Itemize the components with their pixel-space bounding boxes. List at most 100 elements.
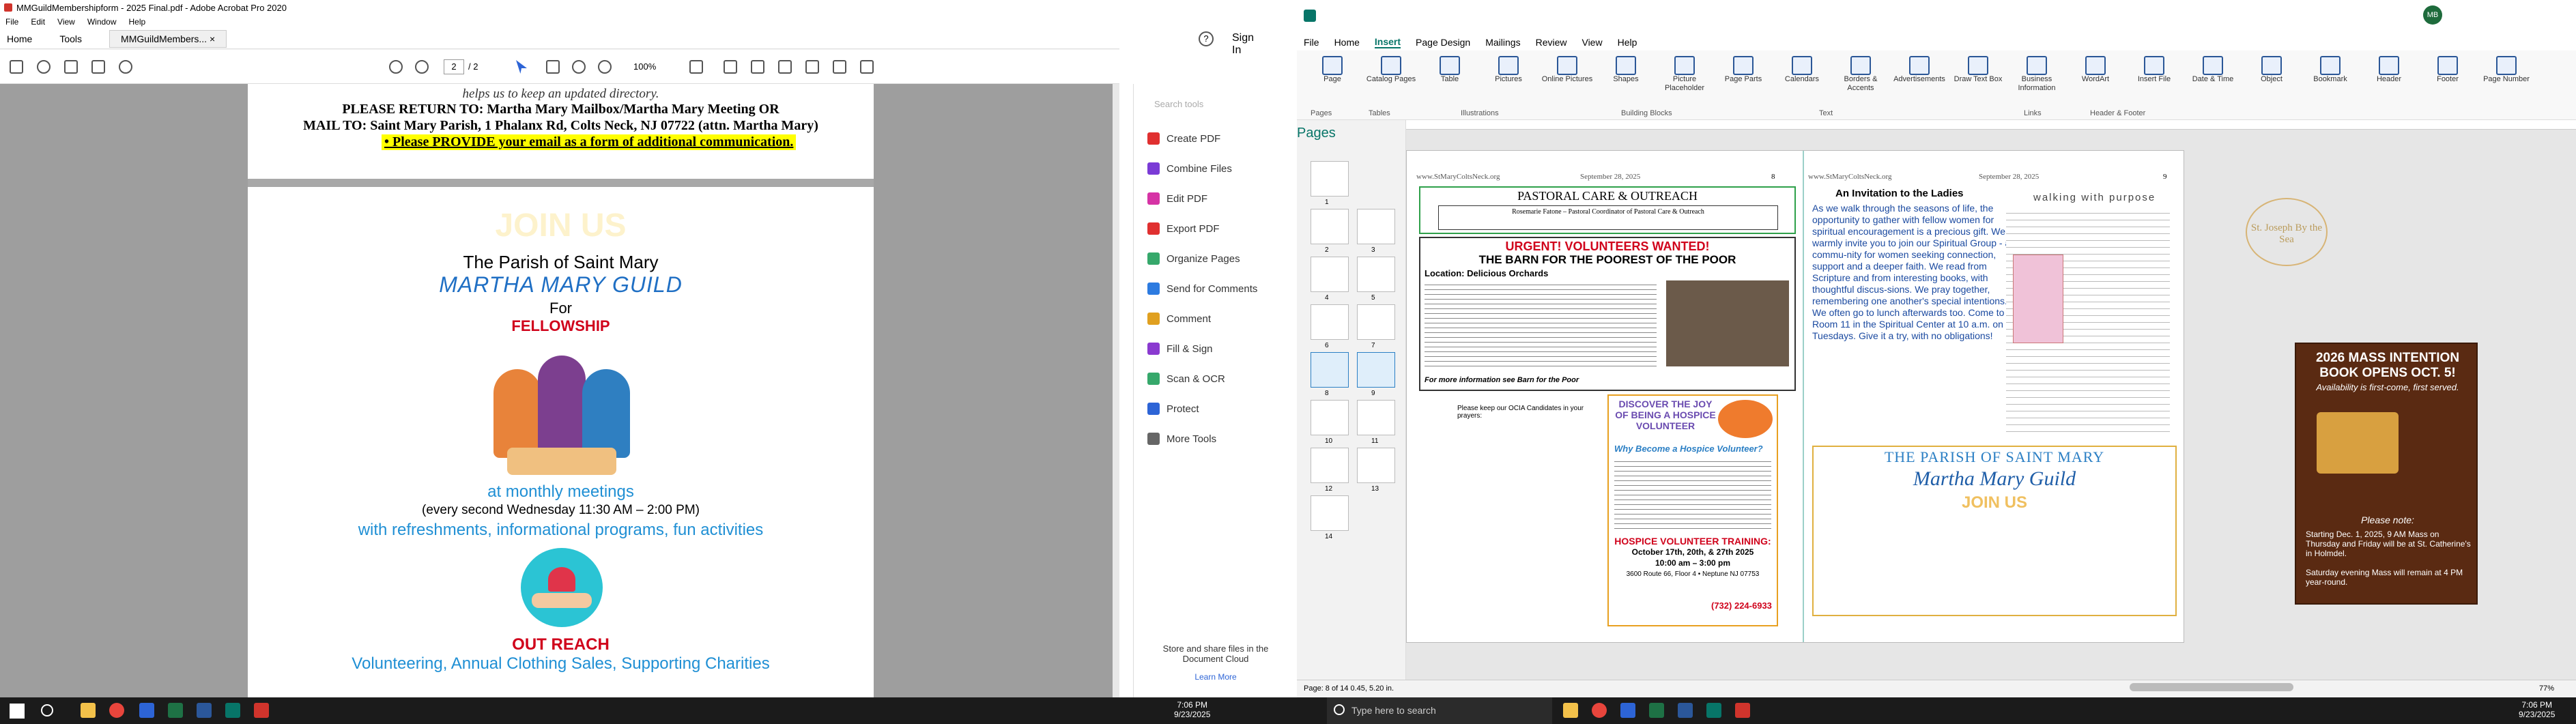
zoom-level[interactable]: 77%: [2539, 684, 2554, 693]
ribbon-button[interactable]: Insert File: [2127, 56, 2181, 84]
ribbon-button[interactable]: Calendars: [1775, 56, 1829, 84]
tool-item[interactable]: Combine Files: [1147, 160, 1232, 177]
ribbon-button[interactable]: Header: [2362, 56, 2416, 84]
search-icon[interactable]: [119, 60, 132, 74]
clock-right[interactable]: 7:06 PM 9/23/2025: [2519, 700, 2555, 719]
help-icon[interactable]: ?: [1199, 31, 1214, 46]
ribbon-button[interactable]: Online Pictures: [1540, 56, 1594, 84]
ribbon-tab-file[interactable]: File: [1304, 37, 1319, 48]
page-thumbnail[interactable]: 9: [1357, 352, 1395, 397]
prev-page-icon[interactable]: [389, 60, 403, 74]
page-thumbnail[interactable]: 1: [1311, 161, 1349, 206]
learn-more-link[interactable]: Learn More: [1134, 672, 1298, 682]
tab-home[interactable]: Home: [7, 33, 32, 44]
ribbon-button[interactable]: Picture Placeholder: [1657, 56, 1712, 93]
ribbon-button[interactable]: Page: [1305, 56, 1360, 84]
ribbon-button[interactable]: Page Parts: [1716, 56, 1771, 84]
menu-help[interactable]: Help: [129, 17, 146, 27]
word-icon[interactable]: [1678, 703, 1693, 718]
search-icon[interactable]: [41, 704, 53, 716]
page-spread[interactable]: www.StMaryColtsNeck.org September 28, 20…: [1406, 150, 2184, 643]
publisher-icon[interactable]: [1706, 703, 1721, 718]
windows-start-icon[interactable]: [10, 704, 25, 719]
menu-edit[interactable]: Edit: [31, 17, 45, 27]
stamp-icon[interactable]: [833, 60, 846, 74]
page-thumbnail[interactable]: 4: [1311, 257, 1349, 302]
page-thumbnail[interactable]: 12: [1311, 448, 1349, 493]
ribbon-button[interactable]: Object: [2244, 56, 2299, 84]
ribbon-button[interactable]: Advertisements: [1892, 56, 1947, 84]
page-thumbnail[interactable]: 10: [1311, 400, 1349, 445]
zoom-level[interactable]: 100%: [633, 61, 656, 72]
menu-view[interactable]: View: [57, 17, 75, 27]
chrome-icon[interactable]: [1592, 703, 1607, 718]
ribbon-tab-help[interactable]: Help: [1618, 37, 1637, 48]
ribbon-button[interactable]: Date & Time: [2186, 56, 2240, 84]
tab-tools[interactable]: Tools: [59, 33, 82, 44]
outlook-icon[interactable]: [139, 703, 154, 718]
page-thumbnail[interactable]: 7: [1357, 304, 1395, 349]
excel-icon[interactable]: [1649, 703, 1664, 718]
vertical-scrollbar[interactable]: [1113, 84, 1119, 697]
page-thumbnail[interactable]: 6: [1311, 304, 1349, 349]
clock-left[interactable]: 7:06 PM 9/23/2025: [1174, 700, 1210, 719]
sign-icon[interactable]: [805, 60, 819, 74]
comment-icon[interactable]: [724, 60, 737, 74]
page-thumbnail[interactable]: 2: [1311, 209, 1349, 254]
taskbar-search-box[interactable]: Type here to search: [1327, 697, 1552, 724]
upload-icon[interactable]: [37, 60, 51, 74]
tool-item[interactable]: Export PDF: [1147, 220, 1220, 237]
ribbon-tab-mailings[interactable]: Mailings: [1485, 37, 1520, 48]
fit-page-icon[interactable]: [689, 60, 703, 74]
mass-intention-ad[interactable]: 2026 MASS INTENTION BOOK OPENS OCT. 5! A…: [2295, 343, 2478, 605]
menu-window[interactable]: Window: [87, 17, 117, 27]
select-cursor-icon[interactable]: [516, 60, 527, 74]
tool-item[interactable]: Scan & OCR: [1147, 371, 1225, 387]
file-explorer-icon[interactable]: [1563, 703, 1578, 718]
ribbon-button[interactable]: Catalog Pages: [1364, 56, 1418, 84]
ribbon-tab-page-design[interactable]: Page Design: [1416, 37, 1470, 48]
file-explorer-icon[interactable]: [81, 703, 96, 718]
ribbon-button[interactable]: Page Number: [2479, 56, 2534, 84]
ribbon-button[interactable]: Borders & Accents: [1833, 56, 1888, 93]
ribbon-tab-insert[interactable]: Insert: [1374, 36, 1401, 48]
more-icon[interactable]: [860, 60, 874, 74]
tool-item[interactable]: Create PDF: [1147, 130, 1220, 147]
next-page-icon[interactable]: [415, 60, 429, 74]
ribbon-button[interactable]: Bookmark: [2303, 56, 2358, 84]
print-icon[interactable]: [64, 60, 78, 74]
close-icon[interactable]: ×: [210, 33, 215, 44]
outlook-icon[interactable]: [1620, 703, 1635, 718]
acrobat-icon[interactable]: [1735, 703, 1750, 718]
save-icon[interactable]: [10, 60, 23, 74]
ribbon-button[interactable]: WordArt: [2068, 56, 2123, 84]
tool-item[interactable]: Edit PDF: [1147, 190, 1207, 207]
chrome-icon[interactable]: [109, 703, 124, 718]
tool-item[interactable]: Organize Pages: [1147, 250, 1240, 267]
ribbon-button[interactable]: Shapes: [1599, 56, 1653, 84]
tool-item[interactable]: Send for Comments: [1147, 280, 1257, 297]
email-icon[interactable]: [91, 60, 105, 74]
hand-tool-icon[interactable]: [546, 60, 560, 74]
word-icon[interactable]: [197, 703, 212, 718]
ribbon-button[interactable]: Business Information: [2009, 56, 2064, 93]
ribbon-tab-view[interactable]: View: [1582, 37, 1602, 48]
zoom-in-icon[interactable]: [598, 60, 612, 74]
draw-icon[interactable]: [778, 60, 792, 74]
sign-in-link[interactable]: Sign In: [1232, 32, 1254, 57]
tool-item[interactable]: Fill & Sign: [1147, 341, 1213, 357]
page-thumbnail[interactable]: 8: [1311, 352, 1349, 397]
highlight-icon[interactable]: [751, 60, 764, 74]
ribbon-button[interactable]: Draw Text Box: [1951, 56, 2005, 84]
tools-search-input[interactable]: Search tools: [1154, 99, 1203, 109]
tool-item[interactable]: More Tools: [1147, 431, 1216, 447]
horizontal-scrollbar[interactable]: [2130, 683, 2293, 691]
tool-item[interactable]: Comment: [1147, 310, 1211, 327]
avatar[interactable]: MB: [2423, 5, 2442, 25]
st-joseph-logo[interactable]: St. Joseph By the Sea: [2246, 198, 2328, 266]
page-thumbnail[interactable]: 3: [1357, 209, 1395, 254]
page-thumbnail[interactable]: 11: [1357, 400, 1395, 445]
ribbon-button[interactable]: Footer: [2420, 56, 2475, 84]
page-number-input[interactable]: 2: [444, 59, 464, 74]
tool-item[interactable]: Protect: [1147, 401, 1199, 417]
